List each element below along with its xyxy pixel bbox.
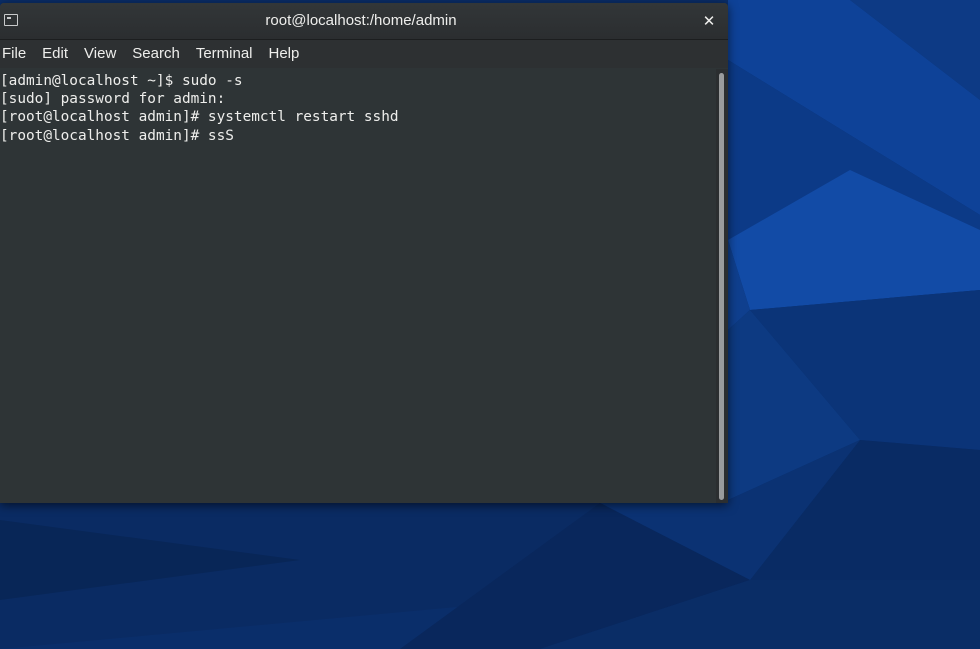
close-button[interactable]: ✕ — [700, 12, 718, 30]
terminal-line: [root@localhost admin]# ssS — [0, 127, 234, 144]
window-title: root@localhost:/home/admin — [265, 12, 457, 29]
scrollbar-thumb[interactable] — [719, 73, 724, 500]
scrollbar[interactable] — [716, 69, 728, 503]
menu-help[interactable]: Help — [261, 40, 308, 68]
title-bar[interactable]: root@localhost:/home/admin ✕ — [0, 3, 728, 40]
menu-file[interactable]: File — [0, 40, 34, 68]
menu-view[interactable]: View — [76, 40, 124, 68]
terminal-window[interactable]: root@localhost:/home/admin ✕ File Edit V… — [0, 3, 728, 503]
terminal-line: [admin@localhost ~]$ sudo -s — [0, 73, 243, 89]
terminal-line: [root@localhost admin]# systemctl restar… — [0, 109, 399, 126]
terminal-output[interactable]: [admin@localhost ~]$ sudo -s [sudo] passw… — [0, 69, 716, 503]
terminal-line: [sudo] password for admin: — [0, 91, 226, 108]
menu-terminal[interactable]: Terminal — [188, 40, 261, 68]
menu-bar: File Edit View Search Terminal Help — [0, 40, 728, 68]
menu-search[interactable]: Search — [124, 40, 188, 68]
menu-edit[interactable]: Edit — [34, 40, 76, 68]
